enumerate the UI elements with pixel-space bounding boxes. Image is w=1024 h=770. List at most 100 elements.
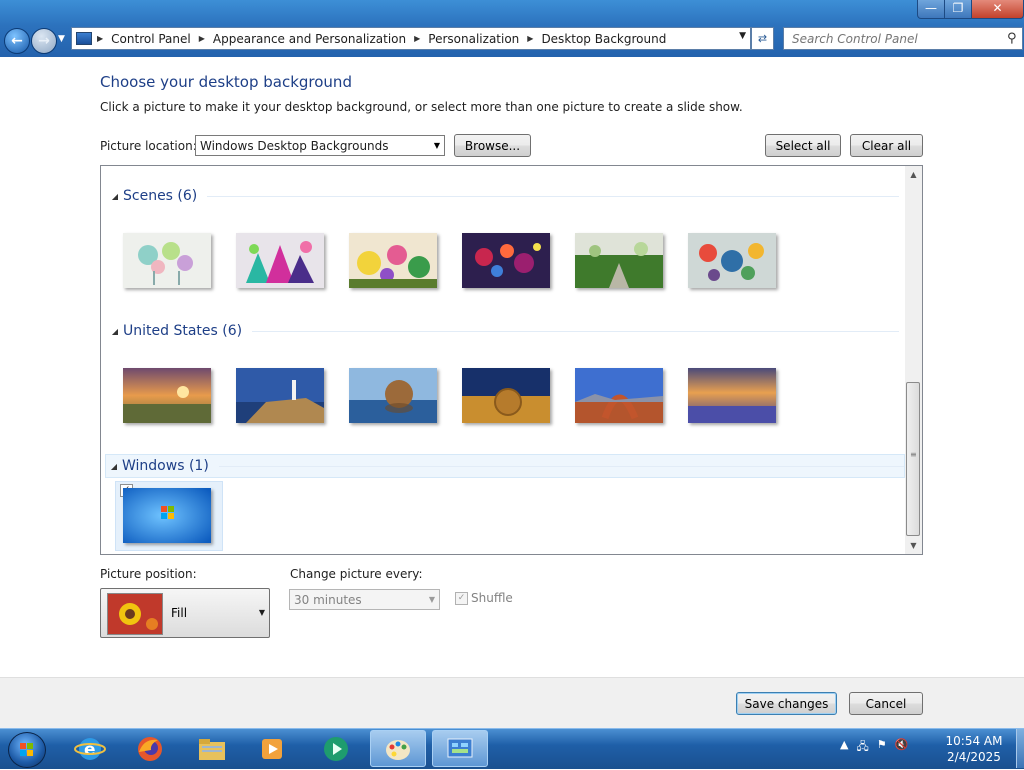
close-button[interactable]: ✕: [971, 0, 1024, 19]
scroll-down-arrow-icon[interactable]: ▼: [905, 537, 922, 554]
show-hidden-icons-icon[interactable]: ▲: [840, 738, 848, 757]
recent-pages-dropdown-icon[interactable]: ▼: [58, 34, 65, 44]
wallpaper-thumbnail-us-3[interactable]: [349, 368, 437, 423]
group-divider: [252, 330, 899, 332]
control-panel-icon: [447, 738, 473, 757]
picture-gallery[interactable]: ◢ Scenes (6) ◢ United States (6) ◢ Windo…: [100, 165, 923, 555]
wallpaper-thumbnail-scene-6[interactable]: [688, 233, 776, 288]
clock-date: 2/4/2025: [947, 750, 1001, 764]
picture-position-select[interactable]: Fill ▼: [100, 588, 270, 638]
breadcrumb-separator-icon[interactable]: ▶: [527, 34, 533, 43]
taskbar-control-panel[interactable]: [432, 730, 488, 767]
breadcrumb-desktop-background[interactable]: Desktop Background: [541, 32, 666, 46]
wallpaper-thumbnail-us-2[interactable]: [236, 368, 324, 423]
scrollbar-thumb[interactable]: ≡: [906, 382, 920, 536]
wallpaper-thumbnail-us-6[interactable]: [688, 368, 776, 423]
wallpaper-thumbnail-scene-5[interactable]: [575, 233, 663, 288]
address-history-dropdown-icon[interactable]: ▼: [739, 31, 746, 41]
picture-position-value: Fill: [171, 606, 188, 620]
search-input[interactable]: [790, 30, 999, 47]
media-player-icon: [262, 738, 282, 759]
taskbar-firefox[interactable]: [122, 730, 178, 767]
address-bar[interactable]: ▶ Control Panel ▶ Appearance and Persona…: [71, 27, 751, 50]
wallpaper-thumbnail-scene-1[interactable]: [123, 233, 211, 288]
wallpaper-thumbnail-us-1[interactable]: [123, 368, 211, 423]
wallpaper-thumbnail-us-5[interactable]: [575, 368, 663, 423]
taskbar-file-explorer[interactable]: [184, 730, 240, 767]
volume-muted-icon[interactable]: 🔇: [895, 738, 909, 757]
change-picture-interval-select[interactable]: 30 minutes ▼: [289, 589, 440, 610]
action-center-flag-icon[interactable]: ⚑: [877, 738, 887, 757]
wallpaper-thumbnail-scene-4[interactable]: [462, 233, 550, 288]
folder-icon: [199, 738, 225, 760]
page-description: Click a picture to make it your desktop …: [100, 100, 743, 114]
back-arrow-icon: ←: [11, 33, 23, 49]
shuffle-checkbox[interactable]: ✓: [455, 592, 468, 605]
system-tray: ▲ 🖧 ⚑ 🔇: [840, 738, 908, 757]
refresh-button[interactable]: ⇄: [751, 27, 774, 50]
search-box[interactable]: ⚲: [783, 27, 1023, 50]
picture-location-label: Picture location:: [100, 139, 197, 153]
minimize-button[interactable]: —: [917, 0, 945, 19]
group-name: Windows (1): [122, 458, 209, 474]
picture-location-select[interactable]: Windows Desktop Backgrounds ▼: [195, 135, 445, 156]
wallpaper-thumbnail-scene-3[interactable]: [349, 233, 437, 288]
taskbar-media-center[interactable]: [308, 730, 364, 767]
group-header-united-states[interactable]: ◢ United States (6): [107, 319, 899, 343]
breadcrumb-separator-icon[interactable]: ▶: [199, 34, 205, 43]
select-all-button[interactable]: Select all: [765, 134, 841, 157]
shuffle-label: Shuffle: [471, 591, 513, 605]
media-center-icon: [324, 736, 348, 761]
grip-icon: ≡: [910, 450, 917, 459]
save-changes-button[interactable]: Save changes: [736, 692, 837, 715]
dropdown-arrow-icon: ▼: [428, 595, 435, 604]
clock-time: 10:54 AM: [945, 734, 1003, 748]
browse-button[interactable]: Browse...: [454, 134, 531, 157]
windows-logo-icon: [20, 743, 33, 756]
picture-position-preview: [107, 593, 163, 635]
svg-text:e: e: [84, 740, 96, 760]
breadcrumb-control-panel[interactable]: Control Panel: [111, 32, 191, 46]
page-title: Choose your desktop background: [100, 73, 352, 91]
taskbar-internet-explorer[interactable]: e: [62, 730, 118, 767]
show-desktop-button[interactable]: [1016, 729, 1024, 768]
start-button[interactable]: [8, 732, 46, 768]
back-button[interactable]: ←: [4, 28, 30, 54]
taskbar-media-player[interactable]: [244, 730, 300, 767]
forward-button[interactable]: →: [31, 28, 57, 54]
wallpaper-tile-windows-7[interactable]: ✓: [115, 481, 223, 551]
breadcrumb-separator-icon[interactable]: ▶: [414, 34, 420, 43]
change-picture-interval-value: 30 minutes: [294, 592, 362, 607]
collapse-triangle-icon[interactable]: ◢: [107, 192, 123, 201]
dropdown-arrow-icon: ▼: [258, 608, 265, 617]
group-divider: [207, 195, 899, 197]
cancel-button[interactable]: Cancel: [849, 692, 923, 715]
group-header-scenes[interactable]: ◢ Scenes (6): [107, 184, 899, 208]
paint-palette-icon: [386, 739, 410, 760]
group-name: United States (6): [123, 323, 243, 339]
wallpaper-thumbnail-us-4[interactable]: [462, 368, 550, 423]
collapse-triangle-icon[interactable]: ◢: [107, 327, 123, 336]
refresh-icon: ⇄: [757, 32, 768, 45]
search-icon[interactable]: ⚲: [1007, 31, 1017, 46]
picture-position-label: Picture position:: [100, 567, 197, 581]
breadcrumb-personalization[interactable]: Personalization: [428, 32, 519, 46]
picture-location-value: Windows Desktop Backgrounds: [200, 138, 389, 153]
group-divider: [218, 465, 904, 467]
clear-all-button[interactable]: Clear all: [850, 134, 923, 157]
gallery-scrollbar[interactable]: ▲ ≡ ▼: [905, 166, 922, 554]
collapse-triangle-icon[interactable]: ◢: [106, 462, 122, 471]
taskbar-paint[interactable]: [370, 730, 426, 767]
forward-arrow-icon: →: [38, 33, 50, 49]
wallpaper-thumbnail-windows-7[interactable]: [123, 488, 211, 543]
system-clock[interactable]: 10:54 AM 2/4/2025: [934, 733, 1014, 765]
change-picture-label: Change picture every:: [290, 567, 423, 581]
wallpaper-thumbnail-scene-2[interactable]: [236, 233, 324, 288]
breadcrumb-appearance[interactable]: Appearance and Personalization: [213, 32, 406, 46]
maximize-button[interactable]: ❐: [944, 0, 972, 19]
network-icon[interactable]: 🖧: [856, 738, 868, 757]
group-name: Scenes (6): [123, 188, 198, 204]
scroll-up-arrow-icon[interactable]: ▲: [905, 166, 922, 183]
group-header-windows[interactable]: ◢ Windows (1): [105, 454, 905, 478]
breadcrumb-separator-icon[interactable]: ▶: [97, 34, 103, 43]
